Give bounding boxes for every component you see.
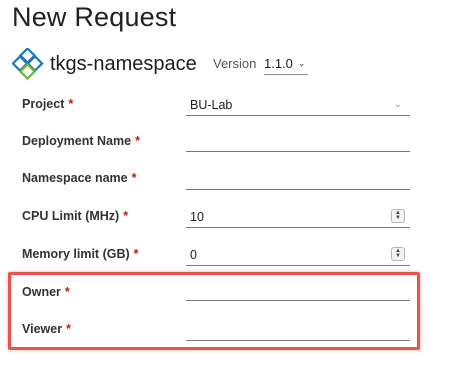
owner-row: Owner *	[0, 279, 474, 322]
chevron-down-icon: ▼	[395, 253, 401, 259]
cpu-limit-row: CPU Limit (MHz)* ▲ ▼	[0, 206, 474, 246]
chevron-down-icon: ⌄	[297, 57, 306, 68]
viewer-row: Viewer *	[0, 319, 474, 359]
chevron-down-icon: ▼	[395, 215, 401, 221]
viewer-input[interactable]	[186, 319, 410, 341]
memory-limit-label: Memory limit (GB) *	[22, 247, 139, 261]
memory-limit-input[interactable]	[186, 244, 410, 266]
version-label: Version	[213, 56, 257, 71]
memory-limit-stepper[interactable]: ▲ ▼	[391, 247, 405, 261]
namespace-name-row: Namespace name *	[0, 168, 474, 208]
namespace-name-label: Namespace name *	[22, 171, 137, 185]
project-value: BU-Lab	[190, 97, 233, 112]
page-title: New Request	[12, 2, 177, 32]
deployment-name-label: Deployment Name *	[22, 134, 140, 148]
cpu-limit-label: CPU Limit (MHz) *	[22, 209, 129, 223]
namespace-name-input[interactable]	[186, 168, 410, 190]
project-select[interactable]: BU-Lab ⌄	[186, 94, 410, 116]
project-row: Project * BU-Lab ⌄	[0, 97, 474, 134]
deployment-name-input[interactable]	[186, 130, 410, 152]
catalog-item-name: tkgs-namespace	[50, 52, 197, 75]
viewer-label: Viewer *	[22, 322, 71, 336]
version-select[interactable]: 1.1.0 ⌄	[264, 52, 308, 75]
deployment-name-row: Deployment Name *	[0, 130, 474, 171]
chevron-down-icon: ⌄	[393, 99, 402, 110]
owner-label: Owner *	[22, 285, 70, 299]
catalog-header: tkgs-namespace	[11, 46, 197, 81]
cpu-limit-input[interactable]	[186, 206, 410, 228]
owner-input[interactable]	[186, 279, 410, 301]
project-label: Project *	[22, 97, 74, 111]
version-value: 1.1.0	[264, 55, 293, 71]
cpu-limit-stepper[interactable]: ▲ ▼	[391, 209, 405, 223]
cubes-icon	[11, 46, 44, 81]
